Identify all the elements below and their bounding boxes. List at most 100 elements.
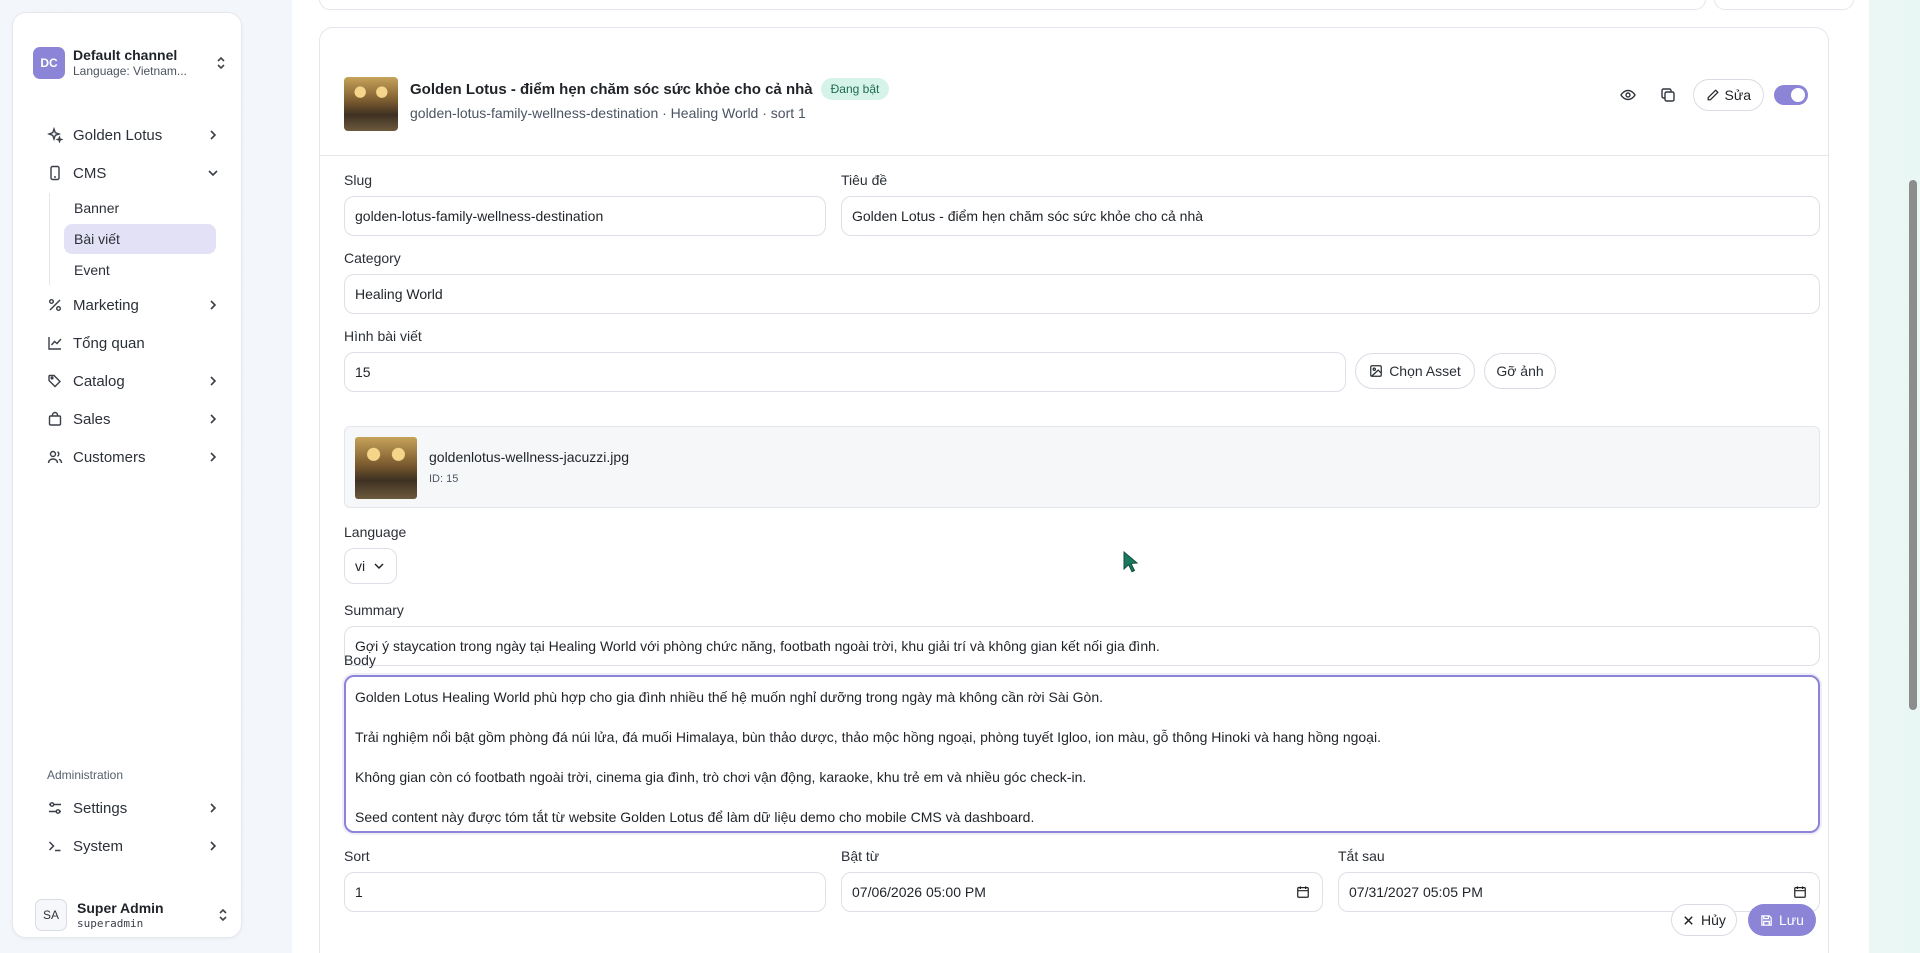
image-label: Hình bài viết bbox=[344, 328, 422, 344]
end-date-label: Tắt sau bbox=[1338, 848, 1385, 864]
image-icon bbox=[1370, 365, 1383, 377]
nav-cms[interactable]: CMS bbox=[35, 154, 231, 192]
slug-label: Slug bbox=[344, 172, 373, 188]
body-label: Body bbox=[344, 652, 376, 668]
calendar-icon[interactable] bbox=[1296, 885, 1310, 899]
close-icon bbox=[1684, 915, 1693, 925]
start-date-input[interactable]: 07/06/2026 05:00 PM bbox=[841, 872, 1323, 912]
page-scrollbar[interactable] bbox=[1909, 180, 1917, 710]
summary-label: Summary bbox=[344, 602, 404, 618]
choose-asset-button[interactable]: Chọn Asset bbox=[1355, 353, 1475, 389]
save-button[interactable]: Lưu bbox=[1748, 904, 1816, 936]
nav-catalog[interactable]: Catalog bbox=[35, 362, 231, 400]
mobile-icon bbox=[50, 165, 60, 181]
user-name: Super Admin bbox=[77, 899, 164, 916]
end-date-input[interactable]: 07/31/2027 05:05 PM bbox=[1338, 872, 1820, 912]
body-paragraph: Seed content này được tóm tắt từ website… bbox=[355, 809, 1035, 825]
body-paragraph: Trải nghiệm nổi bật gồm phòng đá núi lửa… bbox=[355, 729, 1381, 745]
title-label: Tiêu đề bbox=[841, 172, 888, 188]
nav-settings[interactable]: Settings bbox=[35, 789, 231, 827]
language-label: Language bbox=[344, 524, 407, 540]
body-paragraph: Golden Lotus Healing World phù hợp cho g… bbox=[355, 689, 1104, 705]
mouse-cursor-icon bbox=[1123, 551, 1139, 573]
channel-language: Language: Vietnam... bbox=[73, 64, 187, 79]
sidebar: DC Default channel Language: Vietnam... … bbox=[12, 12, 242, 938]
asset-id: ID: 15 bbox=[429, 473, 459, 485]
save-button-label: Lưu bbox=[1779, 912, 1804, 928]
chevrons-up-down-icon bbox=[217, 56, 225, 70]
nav-overview[interactable]: Tổng quan bbox=[35, 324, 231, 362]
nav-settings-label: Settings bbox=[73, 799, 128, 817]
body-textarea[interactable]: Golden Lotus Healing World phù hợp cho g… bbox=[344, 675, 1820, 833]
save-icon bbox=[1761, 914, 1772, 926]
image-id-input[interactable]: 15 bbox=[344, 352, 1346, 392]
selected-asset: goldenlotus-wellness-jacuzzi.jpg ID: 15 bbox=[344, 426, 1820, 508]
chevron-right-icon bbox=[210, 414, 217, 424]
nav-event[interactable]: Event bbox=[64, 255, 216, 285]
calendar-icon[interactable] bbox=[1793, 885, 1807, 899]
active-toggle[interactable] bbox=[1774, 85, 1808, 105]
nav-golden-lotus-label: Golden Lotus bbox=[73, 126, 163, 144]
chevron-right-icon bbox=[210, 803, 217, 813]
slug-input[interactable]: golden-lotus-family-wellness-destination bbox=[344, 196, 826, 236]
category-input[interactable]: Healing World bbox=[344, 274, 1820, 314]
nav-customers[interactable]: Customers bbox=[35, 438, 231, 476]
user-login: superadmin bbox=[77, 916, 144, 930]
nav-banner[interactable]: Banner bbox=[64, 193, 216, 223]
choose-asset-label: Chọn Asset bbox=[1389, 363, 1461, 379]
channel-title: Default channel bbox=[73, 46, 178, 63]
nav-golden-lotus[interactable]: Golden Lotus bbox=[35, 116, 231, 154]
article-thumbnail bbox=[344, 77, 398, 131]
chevron-down-icon bbox=[374, 563, 384, 570]
nav-sales-label: Sales bbox=[73, 410, 111, 428]
user-menu[interactable]: SA Super Admin superadmin bbox=[35, 893, 231, 937]
nav-sales[interactable]: Sales bbox=[35, 400, 231, 438]
administration-heading: Administration bbox=[47, 768, 124, 782]
previous-card-actions bbox=[1714, 0, 1854, 10]
summary-input[interactable]: Gợi ý staycation trong ngày tại Healing … bbox=[344, 626, 1820, 666]
remove-image-button[interactable]: Gỡ ảnh bbox=[1484, 353, 1556, 389]
cms-submenu: Banner Bài viết Event bbox=[49, 193, 231, 285]
nav-system[interactable]: System bbox=[35, 827, 231, 865]
start-date-label: Bật từ bbox=[841, 848, 880, 864]
tags-icon bbox=[48, 374, 61, 388]
asset-filename: goldenlotus-wellness-jacuzzi.jpg bbox=[429, 449, 629, 465]
nav-catalog-label: Catalog bbox=[73, 372, 125, 390]
article-title: Golden Lotus - điểm hẹn chăm sóc sức khỏ… bbox=[410, 80, 813, 98]
category-label: Category bbox=[344, 250, 401, 266]
nav-marketing-label: Marketing bbox=[73, 296, 139, 314]
main-content: Golden Lotus - điểm hẹn chăm sóc sức khỏ… bbox=[292, 0, 1869, 953]
remove-image-label: Gỡ ảnh bbox=[1496, 363, 1544, 379]
nav-marketing[interactable]: Marketing bbox=[35, 286, 231, 324]
nav-system-label: System bbox=[73, 837, 124, 855]
chevron-right-icon bbox=[210, 130, 217, 140]
shopping-bag-icon bbox=[48, 411, 62, 426]
duplicate-button[interactable] bbox=[1651, 78, 1685, 112]
sparkles-icon bbox=[47, 127, 63, 143]
chevron-right-icon bbox=[210, 452, 217, 462]
nav-cms-label: CMS bbox=[73, 164, 107, 182]
language-select[interactable]: vi bbox=[344, 548, 397, 584]
sliders-icon bbox=[49, 802, 61, 814]
title-input[interactable]: Golden Lotus - điểm hẹn chăm sóc sức khỏ… bbox=[841, 196, 1820, 236]
edit-button-label: Sửa bbox=[1724, 87, 1752, 103]
nav-overview-label: Tổng quan bbox=[73, 334, 145, 352]
sort-label: Sort bbox=[344, 848, 370, 864]
preview-button[interactable] bbox=[1611, 78, 1645, 112]
channel-avatar: DC bbox=[33, 47, 65, 79]
start-date-value: 07/06/2026 05:00 PM bbox=[852, 884, 986, 900]
nav-articles[interactable]: Bài viết bbox=[64, 224, 216, 254]
copy-icon bbox=[1660, 88, 1675, 102]
chevron-right-icon bbox=[210, 300, 217, 310]
user-avatar: SA bbox=[35, 899, 67, 931]
end-date-value: 07/31/2027 05:05 PM bbox=[1349, 884, 1483, 900]
channel-switcher[interactable]: DC Default channel Language: Vietnam... bbox=[33, 35, 229, 91]
sort-input[interactable]: 1 bbox=[344, 872, 826, 912]
edit-button[interactable]: Sửa bbox=[1692, 79, 1764, 111]
main-nav: Golden Lotus CMS Banner Bài viết Event M… bbox=[35, 116, 231, 476]
cancel-button[interactable]: Hủy bbox=[1671, 904, 1737, 936]
chevron-down-icon bbox=[208, 170, 218, 177]
body-paragraph: Không gian còn có footbath ngoài trời, c… bbox=[355, 769, 1087, 785]
previous-card bbox=[319, 0, 1706, 10]
admin-nav: Settings System bbox=[35, 789, 231, 865]
